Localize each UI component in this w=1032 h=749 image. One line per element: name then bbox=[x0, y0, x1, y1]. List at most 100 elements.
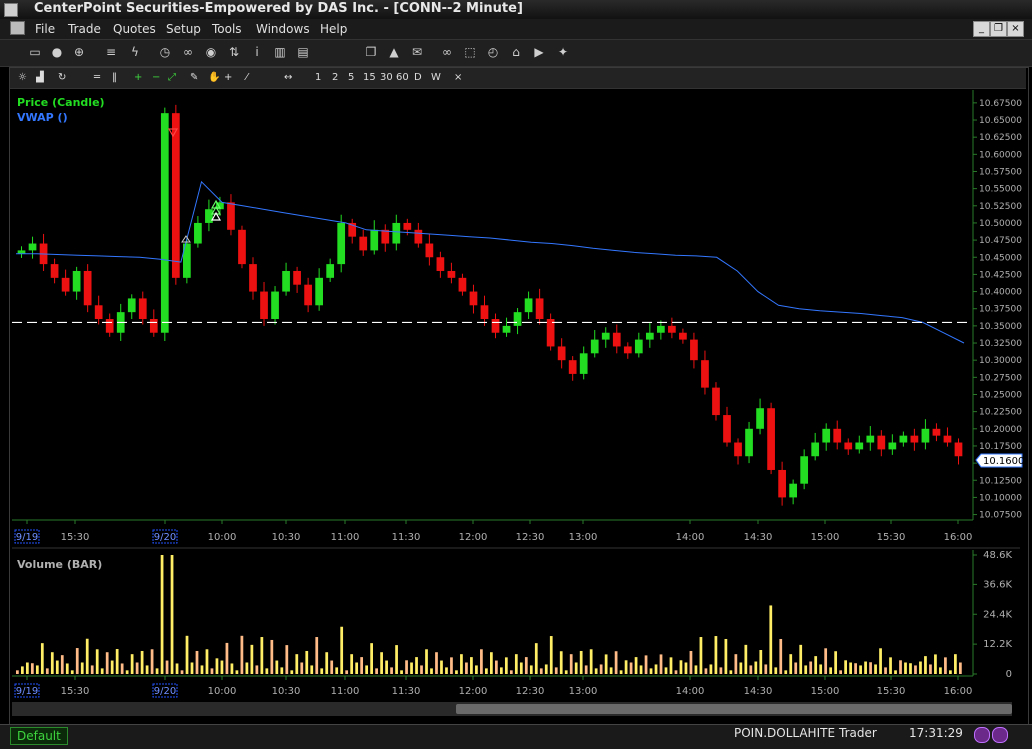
volume-bar bbox=[829, 667, 833, 674]
volume-bar bbox=[729, 670, 733, 674]
volume-bar bbox=[375, 668, 378, 674]
volume-bar bbox=[639, 665, 643, 674]
volume-bar bbox=[629, 662, 633, 674]
volume-bar bbox=[270, 639, 274, 674]
candle-body bbox=[899, 435, 908, 443]
candle-body bbox=[502, 325, 511, 333]
volume-bar bbox=[345, 670, 349, 674]
volume-bar bbox=[315, 637, 319, 674]
volume-bar bbox=[40, 643, 44, 674]
volume-bar bbox=[25, 662, 29, 674]
candle-body bbox=[811, 442, 820, 457]
volume-bar bbox=[20, 666, 24, 674]
candle-body bbox=[701, 360, 709, 388]
volume-bar bbox=[60, 655, 64, 674]
price-y-tick-label: 10.52500 bbox=[979, 202, 1022, 212]
volume-bar bbox=[215, 658, 219, 674]
price-y-tick-label: 10.27500 bbox=[979, 373, 1022, 383]
volume-bar bbox=[45, 668, 49, 674]
volume-bar bbox=[380, 652, 383, 674]
volume-bar bbox=[824, 648, 828, 674]
volume-bar bbox=[115, 649, 119, 674]
status-bar: Default POIN.DOLLAHITE Trader 17:31:29 bbox=[0, 724, 1032, 749]
volume-bar bbox=[744, 644, 748, 674]
x-tick-label: 14:30 bbox=[744, 686, 773, 697]
volume-bar bbox=[734, 654, 738, 674]
volume-bar bbox=[819, 664, 823, 674]
candle-body bbox=[668, 325, 676, 333]
volume-bar bbox=[849, 662, 852, 674]
price-x-ticks: 9/19 15:30 9/20 10:00 10:30 11:00 11:30 12:00 12… bbox=[14, 520, 973, 544]
volume-y-tick-label: 36.6K bbox=[983, 579, 1012, 590]
volume-bar bbox=[480, 649, 483, 674]
candle-body bbox=[778, 469, 786, 498]
volume-bar bbox=[664, 667, 668, 674]
volume-bar bbox=[100, 668, 104, 674]
candle-body bbox=[50, 264, 59, 278]
candle-body bbox=[822, 428, 831, 443]
candle-body bbox=[623, 346, 632, 354]
volume-bar bbox=[784, 670, 788, 674]
price-y-tick-label: 10.17500 bbox=[979, 442, 1022, 452]
volume-bar bbox=[749, 665, 753, 674]
volume-bar bbox=[774, 667, 778, 674]
volume-bar bbox=[549, 636, 553, 674]
tab-default[interactable]: Default bbox=[10, 727, 68, 745]
volume-bar bbox=[150, 649, 154, 674]
volume-bar bbox=[125, 670, 129, 674]
scrollbar-thumb[interactable] bbox=[456, 704, 1012, 714]
candle-body bbox=[910, 435, 919, 443]
volume-bar bbox=[300, 662, 304, 674]
candle-body bbox=[601, 332, 610, 340]
connection-icon[interactable] bbox=[974, 727, 990, 743]
chart-scrollbar[interactable] bbox=[12, 702, 1012, 716]
candle-body bbox=[271, 291, 279, 320]
volume-bar bbox=[529, 665, 533, 674]
volume-bar bbox=[684, 662, 688, 674]
volume-x-ticks: 9/19 15:30 9/20 10:00 10:30 11:00 11:30 12:00 12… bbox=[14, 676, 972, 698]
volume-bar bbox=[485, 668, 488, 674]
x-tick-label: 16:00 bbox=[944, 532, 973, 543]
volume-bar bbox=[574, 662, 578, 674]
status-clock: 17:31:29 bbox=[909, 726, 963, 740]
candle-body bbox=[359, 236, 368, 251]
candle-body bbox=[833, 428, 842, 443]
candle-body bbox=[767, 408, 775, 470]
volume-bar bbox=[579, 650, 583, 674]
x-tick-label: 11:00 bbox=[331, 686, 360, 697]
price-y-tick-label: 10.40000 bbox=[979, 288, 1022, 298]
volume-bar bbox=[225, 642, 229, 674]
volume-bar bbox=[649, 668, 653, 674]
volume-bar bbox=[130, 654, 134, 674]
volume-bar bbox=[410, 662, 413, 674]
chart-canvas[interactable]: 10.67500 10.65000 10.62500 10.60000 10.57500… bbox=[0, 0, 1032, 748]
volume-bar bbox=[929, 664, 932, 674]
candle-body bbox=[789, 483, 797, 498]
volume-bar bbox=[924, 656, 927, 674]
candle-body bbox=[645, 332, 654, 340]
volume-bar bbox=[260, 637, 264, 674]
volume-bar bbox=[739, 662, 743, 674]
candle-body bbox=[105, 319, 114, 333]
volume-bar bbox=[90, 665, 94, 674]
last-price-tag: 10.1600 bbox=[975, 453, 1024, 468]
volume-bar bbox=[779, 638, 783, 674]
x-tick-label: 12:00 bbox=[459, 686, 488, 697]
candle-body bbox=[315, 277, 323, 306]
volume-bar bbox=[325, 652, 329, 674]
volume-bar bbox=[425, 649, 428, 674]
x-tick-label: 14:00 bbox=[676, 686, 705, 697]
volume-bar bbox=[405, 660, 408, 674]
price-y-tick-label: 10.25000 bbox=[979, 390, 1022, 400]
price-y-tick-label: 10.32500 bbox=[979, 339, 1022, 349]
candle-body bbox=[138, 298, 147, 320]
price-y-tick-label: 10.62500 bbox=[979, 133, 1022, 143]
volume-bar bbox=[794, 662, 798, 674]
volume-bar bbox=[230, 663, 234, 674]
volume-bar bbox=[519, 662, 523, 674]
alert-status-icon[interactable] bbox=[992, 727, 1008, 743]
volume-bar bbox=[145, 665, 149, 674]
volume-bar bbox=[430, 668, 433, 674]
volume-bar bbox=[599, 664, 603, 674]
volume-bar bbox=[220, 660, 224, 674]
